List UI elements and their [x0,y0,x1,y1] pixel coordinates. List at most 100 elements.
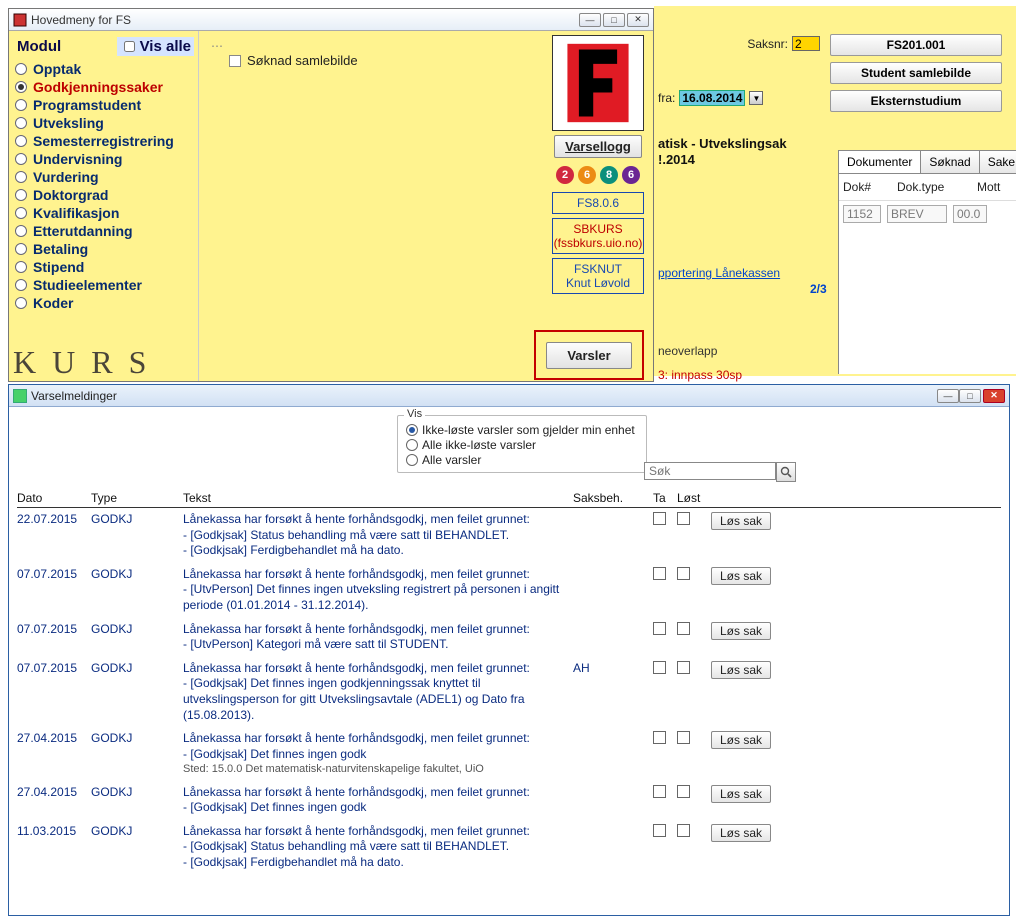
los-sak-button[interactable]: Løs sak [711,661,771,679]
module-item-utveksling[interactable]: Utveksling [11,114,196,132]
radio-icon [15,135,27,147]
version-dot: 2 [556,166,574,184]
tree-item-soknad-samlebilde[interactable]: Søknad samlebilde [229,53,358,68]
los-sak-button[interactable]: Løs sak [711,785,771,803]
ta-checkbox[interactable] [653,785,666,798]
fs-titlebar: Hovedmeny for FS — □ ✕ [9,9,653,31]
module-item-programstudent[interactable]: Programstudent [11,96,196,114]
vm-row: 22.07.2015GODKJLånekassa har forsøkt å h… [17,508,1001,563]
vis-option[interactable]: Alle varsler [406,453,638,467]
ta-checkbox[interactable] [653,661,666,674]
module-item-koder[interactable]: Koder [11,294,196,312]
vm-min-button[interactable]: — [937,389,959,403]
lost-checkbox[interactable] [677,622,690,635]
overlapp-text: neoverlapp [658,344,717,358]
vm-close-button[interactable]: ✕ [983,389,1005,403]
lost-checkbox[interactable] [677,567,690,580]
module-item-vurdering[interactable]: Vurdering [11,168,196,186]
student-samlebilde-button[interactable]: Student samlebilde [830,62,1002,84]
vm-row: 07.07.2015GODKJLånekassa har forsøkt å h… [17,563,1001,618]
module-item-semesterregistrering[interactable]: Semesterregistrering [11,132,196,150]
dok-hdr-mott: Mott [977,180,1000,194]
fs-close-button[interactable]: ✕ [627,13,649,27]
module-item-etterutdanning[interactable]: Etterutdanning [11,222,196,240]
version-dot: 6 [622,166,640,184]
radio-icon [15,81,27,93]
vm-search-input[interactable] [644,462,776,480]
radio-icon [15,99,27,111]
ta-checkbox[interactable] [653,731,666,744]
fs-max-button[interactable]: □ [603,13,625,27]
los-sak-button[interactable]: Løs sak [711,824,771,842]
ta-checkbox[interactable] [653,512,666,525]
varsler-highlight: Varsler [534,330,644,380]
vm-search-button[interactable] [776,462,796,482]
radio-icon [15,243,27,255]
radio-icon [15,297,27,309]
los-sak-button[interactable]: Løs sak [711,622,771,640]
radio-icon [406,424,418,436]
vis-option[interactable]: Alle ikke-løste varsler [406,438,638,452]
fs-app-icon [13,13,27,27]
modul-heading: Modul [17,38,61,55]
radio-icon [15,261,27,273]
lost-checkbox[interactable] [677,661,690,674]
vm-title-text: Varselmeldinger [31,389,937,403]
radio-icon [15,225,27,237]
kurs-watermark: K U R S [13,344,150,381]
tab-sake[interactable]: Sake [979,150,1016,173]
version-dot: 8 [600,166,618,184]
innpass-text: 3: innpass 30sp [658,368,742,382]
saksnr-field[interactable]: 2 [792,36,820,51]
module-item-kvalifikasjon[interactable]: Kvalifikasjon [11,204,196,222]
fs-min-button[interactable]: — [579,13,601,27]
lost-checkbox[interactable] [677,824,690,837]
vm-titlebar: Varselmeldinger — □ ✕ [9,385,1009,407]
sak-desc-1: atisk - Utvekslingsak [658,136,787,151]
module-item-opptak[interactable]: Opptak [11,60,196,78]
fs-logo [552,35,644,131]
varsler-button[interactable]: Varsler [546,342,631,369]
rapportering-link[interactable]: pportering Lånekassen [658,266,780,280]
dok-hdr-num: Dok# [843,180,887,194]
lost-checkbox[interactable] [677,512,690,525]
los-sak-button[interactable]: Løs sak [711,731,771,749]
ta-checkbox[interactable] [653,824,666,837]
module-panel: Modul Vis alle OpptakGodkjenningssakerPr… [9,31,199,381]
module-item-undervisning[interactable]: Undervisning [11,150,196,168]
vis-alle-checkbox[interactable] [124,41,135,52]
module-item-godkjenningssaker[interactable]: Godkjenningssaker [11,78,196,96]
fs-main-window: Hovedmeny for FS — □ ✕ Modul Vis alle Op… [8,8,654,382]
lost-checkbox[interactable] [677,731,690,744]
radio-icon [15,117,27,129]
vm-row: 07.07.2015GODKJLånekassa har forsøkt å h… [17,657,1001,727]
fs201-button[interactable]: FS201.001 [830,34,1002,56]
module-item-stipend[interactable]: Stipend [11,258,196,276]
fra-date-field[interactable]: 16.08.2014 [679,90,745,106]
eksternstudium-button[interactable]: Eksternstudium [830,90,1002,112]
ta-checkbox[interactable] [653,622,666,635]
module-item-betaling[interactable]: Betaling [11,240,196,258]
vm-max-button[interactable]: □ [959,389,981,403]
vm-row: 27.04.2015GODKJLånekassa har forsøkt å h… [17,727,1001,780]
fra-date-dropdown[interactable]: ▼ [749,91,763,105]
version-dot: 6 [578,166,596,184]
varsellogg-button[interactable]: Varsellogg [554,135,642,158]
vis-alle-toggle[interactable]: Vis alle [117,37,194,56]
tab-soknad[interactable]: Søknad [920,150,979,173]
los-sak-button[interactable]: Løs sak [711,567,771,585]
doc-row[interactable]: 1152 BREV 00.0 [839,201,1016,227]
los-sak-button[interactable]: Løs sak [711,512,771,530]
radio-icon [406,439,418,451]
radio-icon [15,171,27,183]
module-item-doktorgrad[interactable]: Doktorgrad [11,186,196,204]
radio-icon [15,189,27,201]
version-box: FS8.0.6 [552,192,644,214]
module-item-studieelementer[interactable]: Studieelementer [11,276,196,294]
lost-checkbox[interactable] [677,785,690,798]
radio-icon [15,153,27,165]
search-icon [780,466,792,478]
tab-dokumenter[interactable]: Dokumenter [838,150,921,173]
ta-checkbox[interactable] [653,567,666,580]
vis-option[interactable]: Ikke-løste varsler som gjelder min enhet [406,423,638,437]
